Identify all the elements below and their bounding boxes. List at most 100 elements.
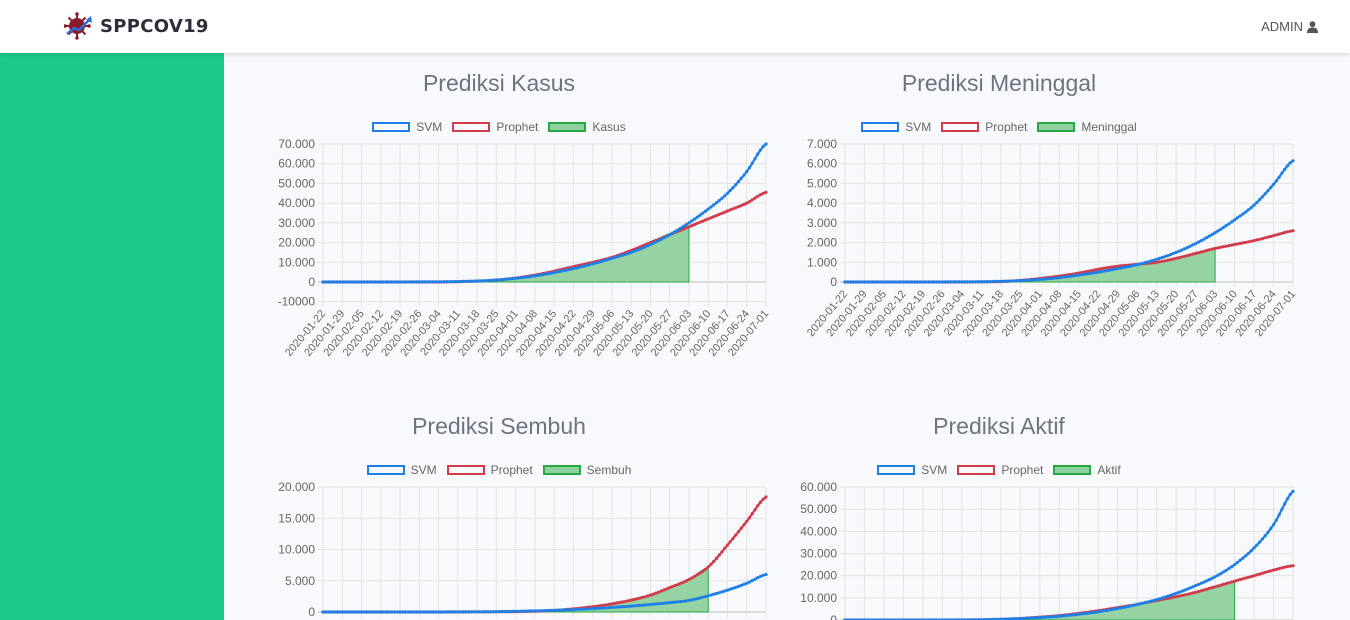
series-svm-point <box>1143 260 1148 265</box>
legend-item-svm[interactable]: SVM <box>877 463 947 477</box>
y-tick-label: 10.000 <box>800 591 837 605</box>
series-svm-point <box>494 278 498 282</box>
series-svm-point <box>632 604 636 608</box>
legend-swatch <box>941 122 980 132</box>
series-svm-point <box>1138 262 1142 266</box>
series-prophet-point <box>1221 245 1225 249</box>
series-svm-point <box>503 277 507 281</box>
chart-legend: SVM Prophet Meninggal <box>724 120 1274 134</box>
legend-item-svm[interactable]: SVM <box>366 463 437 477</box>
series-prophet-point <box>747 516 752 520</box>
series-svm-point <box>1074 273 1078 278</box>
series-svm-point <box>1043 615 1047 619</box>
series-svm-point <box>747 166 752 170</box>
legend-item-meninggal[interactable]: Meninggal <box>1037 120 1137 134</box>
series-svm-point <box>1021 278 1025 283</box>
series-svm-point <box>665 234 669 238</box>
series-svm-point <box>615 605 619 609</box>
series-svm-point <box>890 280 894 284</box>
legend-item-prophet[interactable]: Prophet <box>446 463 533 477</box>
series-svm-point <box>370 280 375 284</box>
series-svm-point <box>1213 231 1217 235</box>
series-prophet-point <box>1227 244 1231 248</box>
series-prophet-point <box>1160 259 1164 263</box>
series-svm-point <box>591 262 595 266</box>
series-svm-point <box>1143 600 1148 605</box>
series-svm-point <box>690 219 694 223</box>
series-svm-point <box>1110 607 1114 612</box>
series-svm-point <box>1130 604 1134 608</box>
series-svm-point <box>753 577 757 581</box>
brand-link[interactable]: SPPCOV19 <box>64 12 209 40</box>
series-svm-point <box>1113 267 1117 271</box>
series-prophet-point <box>753 196 757 200</box>
series-prophet-point <box>734 206 738 210</box>
series-svm-point <box>1244 554 1248 558</box>
series-prophet-point <box>1196 251 1200 255</box>
series-prophet-point <box>643 595 647 599</box>
series-prophet-point <box>1269 569 1273 573</box>
series-prophet-point <box>1238 578 1242 582</box>
series-prophet-point <box>1241 577 1245 581</box>
series-prophet-point <box>761 191 765 195</box>
series-prophet-point <box>629 598 633 602</box>
user-menu[interactable]: ADMIN <box>1261 19 1318 34</box>
series-prophet-point <box>1216 584 1220 588</box>
series-svm-point <box>541 609 545 613</box>
series-prophet-point <box>758 193 763 197</box>
series-svm-point <box>1132 263 1136 267</box>
legend-item-aktif[interactable]: Aktif <box>1053 463 1121 477</box>
series-svm-point <box>684 223 688 227</box>
y-tick-label: 50.000 <box>278 176 315 190</box>
legend-item-kasus[interactable]: Kasus <box>548 120 626 134</box>
series-prophet-point <box>714 556 719 560</box>
legend-item-svm[interactable]: SVM <box>861 120 931 134</box>
series-svm-point <box>1035 616 1039 620</box>
y-tick-label: 30.000 <box>278 216 315 230</box>
legend-item-prophet[interactable]: Prophet <box>452 120 538 134</box>
series-svm-point <box>1274 518 1278 522</box>
series-svm-point <box>1157 256 1161 260</box>
series-svm-point <box>1188 586 1192 590</box>
series-svm-point <box>560 269 564 273</box>
series-svm-point <box>1271 523 1276 527</box>
series-svm-point <box>1093 610 1097 614</box>
series-svm-point <box>343 610 347 614</box>
legend-item-prophet[interactable]: Prophet <box>941 120 1027 134</box>
series-prophet-point <box>1252 239 1256 243</box>
series-svm-point <box>387 280 391 284</box>
series-prophet-point <box>632 597 636 602</box>
series-svm-point <box>483 610 487 614</box>
series-svm-point <box>1199 581 1203 585</box>
legend-item-svm[interactable]: SVM <box>372 120 442 134</box>
legend-swatch <box>372 122 411 132</box>
series-prophet-point <box>1283 565 1287 569</box>
series-svm-point <box>613 255 617 260</box>
series-svm-point <box>398 610 402 614</box>
series-svm-point <box>514 276 518 280</box>
series-prophet-point <box>1171 595 1175 599</box>
series-prophet-point <box>621 600 625 604</box>
series-svm-point <box>527 275 531 279</box>
series-svm-point <box>1127 264 1131 269</box>
series-svm-point <box>1271 182 1276 186</box>
series-svm-line <box>845 159 1294 284</box>
legend-label: SVM <box>416 120 443 134</box>
series-svm-point <box>403 610 408 614</box>
series-svm-point <box>1269 186 1273 190</box>
series-svm-point <box>712 592 716 596</box>
series-prophet-point <box>1182 593 1187 597</box>
series-svm-point <box>728 188 732 193</box>
series-svm-point <box>684 599 688 603</box>
legend-item-prophet[interactable]: Prophet <box>957 463 1043 477</box>
series-svm-point <box>1066 613 1070 617</box>
series-prophet-point <box>701 219 705 223</box>
series-prophet-point <box>1255 573 1259 577</box>
series-svm-point <box>412 280 416 284</box>
series-svm-point <box>673 229 677 234</box>
series-prophet-point <box>1230 580 1234 584</box>
legend-item-sembuh[interactable]: Sembuh <box>542 463 631 477</box>
series-svm-point <box>450 280 454 284</box>
series-svm-point <box>764 142 768 146</box>
series-prophet-point <box>1177 256 1181 260</box>
